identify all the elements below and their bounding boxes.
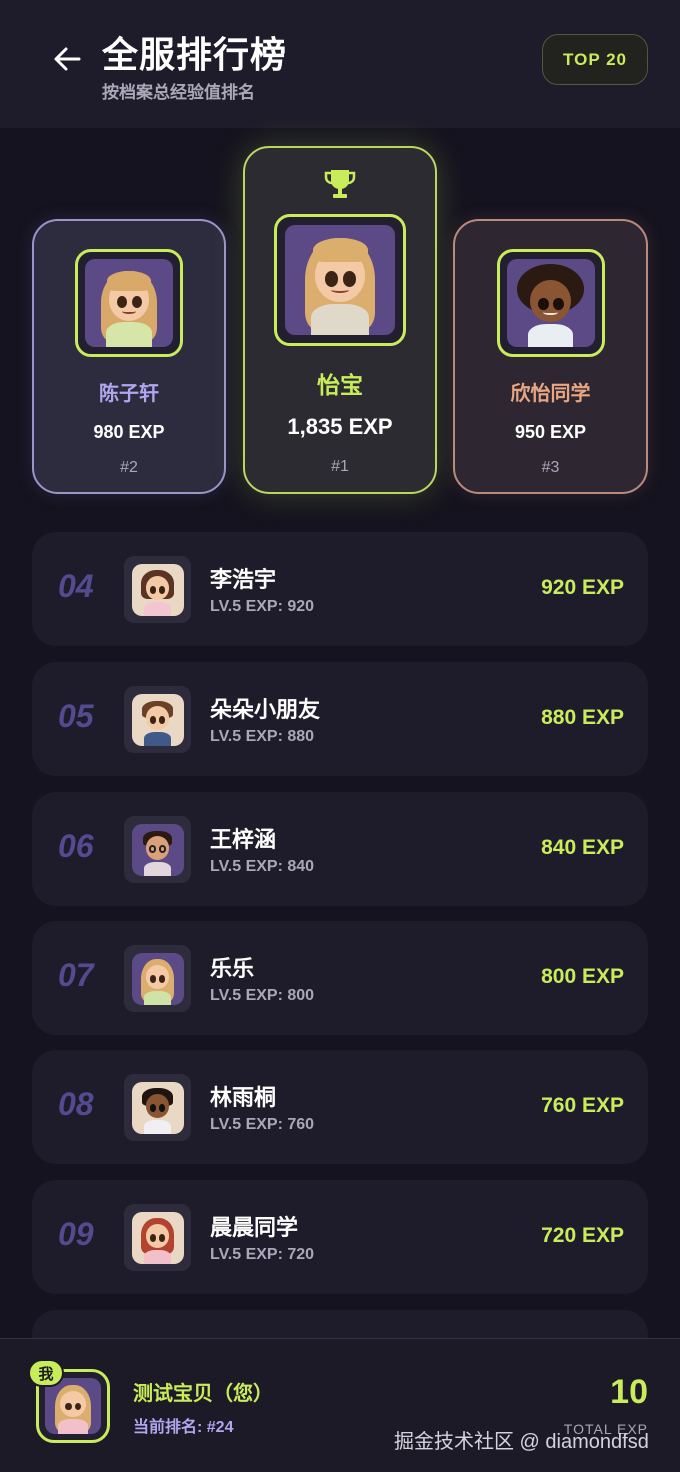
avatar — [131, 1081, 184, 1134]
avatar-frame — [124, 1074, 191, 1141]
avatar-frame — [496, 249, 605, 357]
podium-exp: 950 EXP — [514, 422, 587, 442]
user-level: LV.5 EXP: 920 — [210, 598, 315, 615]
podium-name: 怡宝 — [317, 372, 363, 398]
user-name: 乐乐 — [210, 956, 255, 981]
avatar-frame — [124, 1204, 191, 1271]
user-level: LV.5 EXP: 880 — [210, 728, 315, 745]
avatar — [85, 259, 173, 347]
user-exp: 760 EXP — [541, 1094, 624, 1117]
my-name: 测试宝贝（您） — [133, 1383, 273, 1405]
avatar-frame — [124, 686, 191, 753]
avatar-frame — [124, 816, 191, 883]
list-item[interactable]: 06 王梓涵 LV.5 EXP: 840 840 EXP — [32, 792, 648, 906]
avatar — [131, 693, 184, 746]
header: 全服排行榜 按档案总经验值排名 TOP 20 — [0, 0, 680, 128]
podium-rank: #2 — [120, 459, 138, 476]
user-exp: 720 EXP — [541, 1224, 624, 1247]
my-rank-bar[interactable]: 我 测试宝贝（您） 当前排名: #24 10 TOTAL EXP 掘金技术社区 … — [0, 1338, 680, 1472]
podium-exp: 980 EXP — [93, 422, 165, 442]
podium-rank: #3 — [541, 459, 560, 476]
list-item[interactable]: 05 朵朵小朋友 LV.5 EXP: 880 880 EXP — [32, 662, 648, 776]
rank-number: 08 — [58, 1086, 94, 1122]
arrow-left-icon — [54, 47, 81, 71]
list-item[interactable]: 09 晨晨同学 LV.5 EXP: 720 720 EXP — [32, 1180, 648, 1294]
avatar — [131, 823, 184, 876]
user-exp: 800 EXP — [541, 965, 624, 988]
rank-number: 05 — [58, 698, 94, 734]
user-name: 林雨桐 — [210, 1085, 277, 1110]
podium-second[interactable]: 陈子轩 980 EXP #2 — [32, 219, 226, 494]
user-name: 李浩宇 — [210, 567, 277, 592]
avatar — [131, 1211, 184, 1264]
avatar-frame — [75, 249, 183, 357]
rank-number: 04 — [58, 568, 94, 604]
user-name: 朵朵小朋友 — [210, 697, 321, 722]
user-exp: 840 EXP — [541, 836, 624, 859]
top-filter-badge[interactable]: TOP 20 — [542, 34, 648, 85]
user-level: LV.5 EXP: 800 — [210, 987, 315, 1004]
user-level: LV.5 EXP: 840 — [210, 858, 315, 875]
avatar — [131, 563, 184, 616]
user-exp: 880 EXP — [541, 706, 624, 729]
back-button[interactable] — [50, 42, 84, 76]
page-subtitle: 按档案总经验值排名 — [102, 83, 255, 102]
avatar — [131, 952, 184, 1005]
podium-exp: 1,835 EXP — [287, 414, 393, 439]
avatar-frame — [124, 945, 191, 1012]
avatar-frame — [274, 214, 406, 346]
user-name: 晨晨同学 — [210, 1215, 299, 1240]
my-rank: 当前排名: #24 — [133, 1419, 234, 1436]
trophy-icon — [324, 170, 356, 198]
podium-first[interactable]: 怡宝 1,835 EXP #1 — [243, 146, 437, 494]
me-badge: 我 — [28, 1359, 64, 1387]
user-name: 王梓涵 — [210, 827, 277, 852]
my-total-exp: 10 — [610, 1373, 648, 1411]
avatar — [506, 259, 595, 347]
rank-number: 09 — [58, 1216, 94, 1252]
user-exp: 920 EXP — [541, 576, 624, 599]
list-item[interactable]: 07 乐乐 LV.5 EXP: 800 800 EXP — [32, 921, 648, 1035]
page-title: 全服排行榜 — [102, 34, 288, 75]
list-item[interactable]: 04 李浩宇 LV.5 EXP: 920 920 EXP — [32, 532, 648, 646]
podium-name: 陈子轩 — [99, 383, 159, 405]
podium-name: 欣怡同学 — [510, 383, 591, 405]
user-level: LV.5 EXP: 720 — [210, 1246, 315, 1263]
user-level: LV.5 EXP: 760 — [210, 1116, 315, 1133]
podium-rank: #1 — [331, 458, 349, 475]
podium-third[interactable]: 欣怡同学 950 EXP #3 — [453, 219, 648, 494]
avatar-frame — [124, 556, 191, 623]
list-item[interactable]: 08 林雨桐 LV.5 EXP: 760 760 EXP — [32, 1050, 648, 1164]
rank-number: 07 — [58, 957, 94, 993]
watermark: 掘金技术社区 @ diamondfsd — [394, 1431, 649, 1453]
avatar — [285, 225, 395, 335]
rank-number: 06 — [58, 828, 94, 864]
